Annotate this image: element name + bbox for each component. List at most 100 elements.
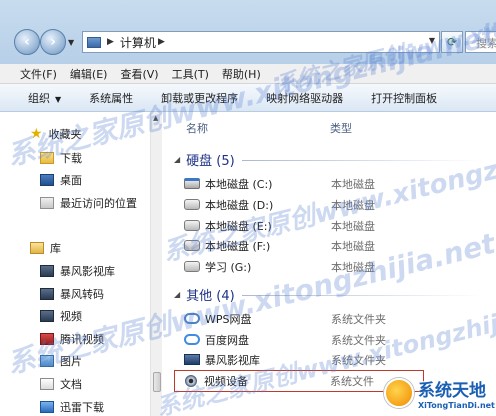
item-type: 本地磁盘 [331, 219, 375, 233]
scroll-up-icon[interactable]: ▲ [153, 114, 158, 122]
library-icon [30, 242, 44, 254]
nav-item-label: 暴风转码 [60, 288, 104, 301]
nav-item-storm-transcode[interactable]: 暴风转码 [40, 286, 104, 302]
system-properties-button[interactable]: 系统属性 [89, 90, 133, 106]
nav-item-label: 图片 [60, 355, 82, 368]
nav-item-recent-places[interactable]: 最近访问的位置 [40, 195, 137, 211]
search-input[interactable]: 搜索 [465, 31, 496, 53]
menu-bar: 文件(F) 编辑(E) 查看(V) 工具(T) 帮助(H) [0, 64, 496, 84]
logo-mark-icon [384, 378, 414, 408]
thunder-download-icon [40, 401, 54, 413]
uninstall-program-button[interactable]: 卸载或更改程序 [161, 90, 238, 106]
navigation-scrollbar[interactable]: ▲ [150, 112, 162, 416]
nav-item-tencent-video[interactable]: 腾讯视频 [40, 331, 104, 347]
menu-help[interactable]: 帮助(H) [222, 66, 261, 82]
address-path[interactable]: 计算机 [120, 34, 156, 51]
document-library-icon [40, 378, 54, 390]
nav-libraries[interactable]: 库 [30, 240, 61, 256]
nav-libraries-label: 库 [50, 242, 61, 255]
item-type: 本地磁盘 [331, 260, 375, 274]
nav-item-videos[interactable]: 视频 [40, 308, 82, 324]
item-name: 本地磁盘 (F:) [205, 239, 271, 253]
group-divider [242, 295, 482, 296]
nav-item-pictures[interactable]: 图片 [40, 353, 82, 369]
arrow-right-icon: › [50, 34, 56, 50]
nav-item-downloads[interactable]: 下载 [40, 150, 82, 166]
picture-library-icon [40, 355, 54, 367]
storm-library-icon [40, 265, 54, 277]
collapse-triangle-icon[interactable]: ◢ [174, 155, 180, 164]
recent-pages-dropdown[interactable]: ▼ [68, 38, 74, 47]
logo-name-en: XiTongTianDi.net [418, 401, 495, 410]
nav-item-label: 视频 [60, 310, 82, 323]
desktop-icon [40, 174, 54, 186]
item-type: 系统文件夹 [331, 353, 386, 367]
downloads-folder-icon [40, 152, 54, 164]
scrollbar-thumb[interactable] [153, 372, 161, 392]
refresh-button[interactable]: ⟳ [441, 31, 463, 53]
list-item[interactable]: 本地磁盘 (D:) 本地磁盘 [184, 195, 484, 214]
item-type: 本地磁盘 [331, 239, 375, 253]
organize-label: 组织 [28, 91, 50, 105]
chevron-down-icon: ▼ [55, 94, 62, 104]
item-type: 系统文件夹 [331, 333, 386, 347]
list-item[interactable]: 学习 (G:) 本地磁盘 [184, 257, 484, 276]
collapse-triangle-icon[interactable]: ◢ [174, 290, 180, 299]
address-area: ‹ › ▼ ▶ 计算机 ▶ ▼ ⟳ 搜索 [0, 0, 496, 64]
column-header-name[interactable]: 名称 [186, 120, 208, 136]
item-name: 暴风影视库 [205, 353, 260, 367]
list-item[interactable]: 本地磁盘 (F:) 本地磁盘 [184, 236, 484, 255]
organize-button[interactable]: 组织 ▼ [28, 90, 61, 106]
list-item[interactable]: 本地磁盘 (E:) 本地磁盘 [184, 216, 484, 235]
back-button[interactable]: ‹ [14, 29, 40, 55]
group-title: 其他 (4) [186, 289, 235, 304]
refresh-icon: ⟳ [446, 35, 458, 49]
menu-tools[interactable]: 工具(T) [172, 66, 209, 82]
map-network-drive-button[interactable]: 映射网络驱动器 [266, 90, 343, 106]
list-item[interactable]: 百度网盘 系统文件夹 [184, 330, 484, 349]
drive-icon [184, 261, 200, 272]
navigation-pane: ★ 收藏夹 下载 桌面 最近访问的位置 库 暴风影视库 暴风转码 视频 腾讯视频… [0, 112, 150, 416]
nav-item-label: 迅雷下载 [60, 401, 104, 414]
list-item[interactable]: 暴风影视库 系统文件夹 [184, 350, 484, 369]
address-bar[interactable]: ▶ 计算机 ▶ ▼ [82, 31, 440, 53]
forward-button[interactable]: › [40, 29, 66, 55]
wps-cloud-icon [184, 313, 200, 324]
recent-places-icon [40, 197, 54, 209]
star-icon: ★ [30, 126, 43, 142]
address-dropdown[interactable]: ▼ [429, 36, 435, 45]
system-drive-icon [184, 178, 200, 189]
list-item[interactable]: 本地磁盘 (C:) 本地磁盘 [184, 174, 484, 193]
nav-favorites-label: 收藏夹 [48, 128, 82, 141]
item-name: 本地磁盘 (E:) [205, 219, 272, 233]
baidu-cloud-icon [184, 334, 200, 345]
menu-view[interactable]: 查看(V) [120, 66, 158, 82]
open-control-panel-button[interactable]: 打开控制面板 [371, 90, 437, 106]
nav-item-thunder-downloads[interactable]: 迅雷下载 [40, 399, 104, 415]
column-header-type[interactable]: 类型 [330, 120, 352, 136]
storm-transcode-icon [40, 288, 54, 300]
item-type: 系统文件 [330, 375, 374, 388]
drive-icon [184, 220, 200, 231]
item-type: 本地磁盘 [331, 177, 375, 191]
breadcrumb-arrow-icon[interactable]: ▶ [158, 37, 165, 47]
nav-favorites[interactable]: ★ 收藏夹 [30, 126, 82, 142]
logo-text: 系统天地 XiTongTianDi.net [418, 376, 495, 410]
breadcrumb-arrow-icon[interactable]: ▶ [107, 37, 114, 47]
drive-icon [184, 240, 200, 251]
group-header-hard-disks[interactable]: ◢ 硬盘 (5) [174, 150, 235, 169]
menu-file[interactable]: 文件(F) [20, 66, 57, 82]
item-name: WPS网盘 [205, 312, 252, 326]
nav-item-storm-library[interactable]: 暴风影视库 [40, 263, 115, 279]
group-header-other[interactable]: ◢ 其他 (4) [174, 285, 235, 304]
tencent-video-icon [40, 333, 54, 345]
command-bar: 组织 ▼ 系统属性 卸载或更改程序 映射网络驱动器 打开控制面板 [0, 84, 496, 112]
nav-item-label: 最近访问的位置 [60, 197, 137, 210]
video-library-icon [40, 310, 54, 322]
camera-icon [185, 375, 197, 387]
list-item[interactable]: WPS网盘 系统文件夹 [184, 309, 484, 328]
nav-item-documents[interactable]: 文档 [40, 376, 82, 392]
nav-item-label: 下载 [60, 152, 82, 165]
menu-edit[interactable]: 编辑(E) [70, 66, 108, 82]
nav-item-desktop[interactable]: 桌面 [40, 172, 82, 188]
